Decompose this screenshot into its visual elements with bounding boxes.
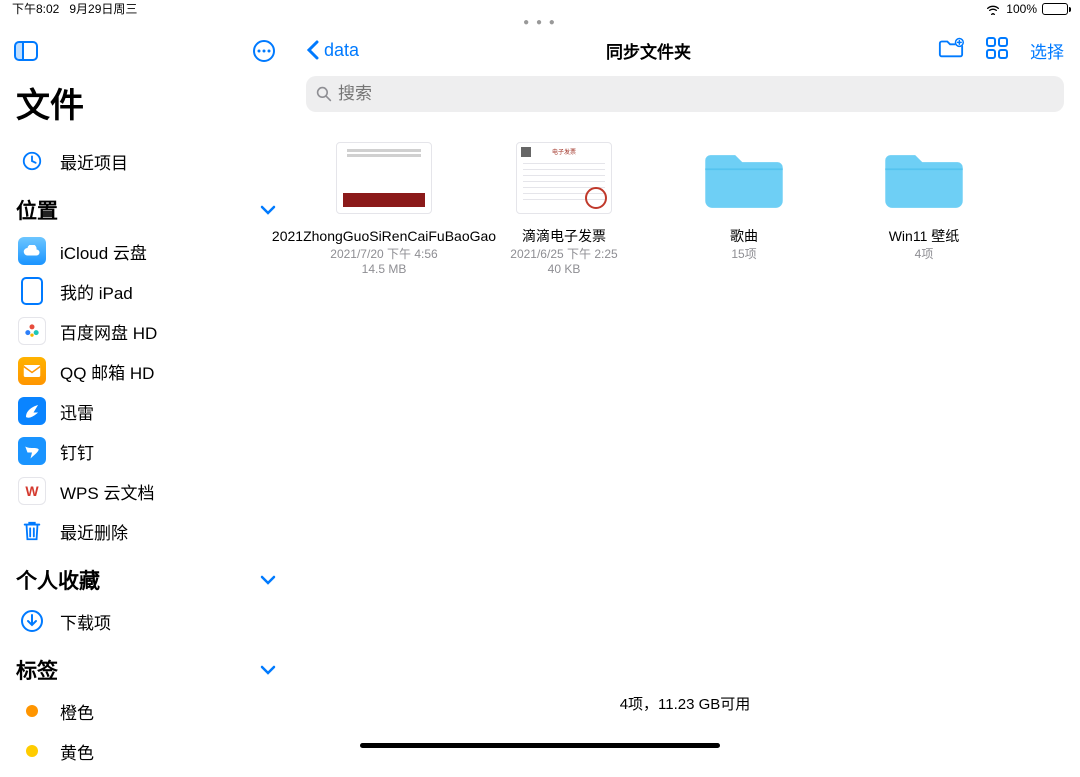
section-favorites[interactable]: 个人收藏 xyxy=(16,565,276,595)
sidebar-item-label: iCloud 云盘 xyxy=(60,239,147,264)
sidebar-item-label: 迅雷 xyxy=(60,399,94,424)
status-time: 下午8:02 xyxy=(12,0,59,17)
search-icon xyxy=(316,86,332,102)
sidebar-item-label: QQ 邮箱 HD xyxy=(60,359,154,384)
battery-icon xyxy=(1042,3,1068,15)
sidebar-tag-orange[interactable]: 橙色 xyxy=(14,691,276,731)
more-options-icon[interactable] xyxy=(252,39,276,63)
clock-icon xyxy=(21,150,43,172)
battery-percent: 100% xyxy=(1006,2,1037,16)
home-indicator[interactable] xyxy=(360,743,720,748)
sidebar-item-xunlei[interactable]: 迅雷 xyxy=(14,391,276,431)
sidebar-item-ipad[interactable]: 我的 iPad xyxy=(14,271,276,311)
sidebar-item-label: 我的 iPad xyxy=(60,279,133,304)
back-label: data xyxy=(324,40,359,61)
section-locations[interactable]: 位置 xyxy=(16,195,276,225)
sidebar-item-label: 橙色 xyxy=(60,699,94,724)
multitask-dots-icon[interactable]: ● ● ● xyxy=(0,17,1080,28)
sidebar-tag-yellow[interactable]: 黄色 xyxy=(14,731,276,771)
baidu-icon xyxy=(18,317,46,345)
folder-meta: 15项 xyxy=(731,247,756,263)
download-icon xyxy=(20,609,44,633)
folder-name: 歌曲 xyxy=(730,228,758,245)
folder-item[interactable]: 歌曲 15项 xyxy=(674,142,814,262)
folder-icon xyxy=(876,142,972,214)
back-button[interactable]: data xyxy=(306,40,359,61)
sidebar-item-label: 百度网盘 HD xyxy=(60,319,157,344)
file-thumbnail: 电子发票 xyxy=(516,142,612,214)
folder-meta: 4项 xyxy=(915,247,934,263)
chevron-down-icon xyxy=(260,198,276,222)
file-meta: 14.5 MB xyxy=(362,262,407,278)
chevron-down-icon xyxy=(260,568,276,592)
cloud-icon xyxy=(18,237,46,265)
sidebar-item-label: 最近项目 xyxy=(60,149,128,174)
wps-icon: W xyxy=(18,477,46,505)
new-folder-icon[interactable] xyxy=(938,37,964,64)
file-meta: 2021/7/20 下午 4:56 xyxy=(330,247,437,263)
sidebar-item-downloads[interactable]: 下载项 xyxy=(14,601,276,641)
ipad-icon xyxy=(21,277,43,305)
main-panel: data 同步文件夹 选择 2021ZhongGuoSiRenCaiFuBaoG… xyxy=(290,28,1080,777)
search-input[interactable] xyxy=(338,84,1054,104)
file-item[interactable]: 2021ZhongGuoSiRenCaiFuBaoGao 2021/7/20 下… xyxy=(314,142,454,278)
sidebar-item-icloud[interactable]: iCloud 云盘 xyxy=(14,231,276,271)
xunlei-icon xyxy=(18,397,46,425)
tag-dot-icon xyxy=(26,705,38,717)
view-grid-icon[interactable] xyxy=(986,37,1008,64)
wifi-icon xyxy=(985,3,1001,15)
file-item[interactable]: 电子发票 滴滴电子发票 2021/6/25 下午 2:25 40 KB xyxy=(494,142,634,278)
file-name: 2021ZhongGuoSiRenCaiFuBaoGao xyxy=(272,228,496,245)
file-thumbnail xyxy=(336,142,432,214)
folder-name: Win11 壁纸 xyxy=(889,228,960,245)
sidebar-item-label: 下载项 xyxy=(60,609,111,634)
chevron-down-icon xyxy=(260,658,276,682)
sidebar-title: 文件 xyxy=(16,78,276,127)
select-button[interactable]: 选择 xyxy=(1030,38,1064,63)
status-date: 9月29日周三 xyxy=(69,0,137,17)
status-summary: 4项，11.23 GB可用 xyxy=(290,693,1080,714)
sidebar-item-dingding[interactable]: 钉钉 xyxy=(14,431,276,471)
search-bar[interactable] xyxy=(306,76,1064,112)
section-tags[interactable]: 标签 xyxy=(16,655,276,685)
sidebar: 文件 最近项目 位置 iCloud 云盘 我的 iPad 百度网盘 HD QQ … xyxy=(0,28,290,777)
dingding-icon xyxy=(18,437,46,465)
file-name: 滴滴电子发票 xyxy=(522,228,606,245)
trash-icon xyxy=(21,519,43,543)
file-grid: 2021ZhongGuoSiRenCaiFuBaoGao 2021/7/20 下… xyxy=(290,122,1080,298)
sidebar-item-label: 最近删除 xyxy=(60,519,128,544)
sidebar-item-recent[interactable]: 最近项目 xyxy=(14,141,276,181)
sidebar-item-qqmail[interactable]: QQ 邮箱 HD xyxy=(14,351,276,391)
file-meta: 2021/6/25 下午 2:25 xyxy=(510,247,617,263)
tag-dot-icon xyxy=(26,745,38,757)
sidebar-item-label: 黄色 xyxy=(60,739,94,764)
chevron-left-icon xyxy=(306,40,320,60)
sidebar-toggle-icon[interactable] xyxy=(14,41,38,61)
sidebar-item-wps[interactable]: W WPS 云文档 xyxy=(14,471,276,511)
folder-icon xyxy=(696,142,792,214)
sidebar-item-trash[interactable]: 最近删除 xyxy=(14,511,276,551)
folder-item[interactable]: Win11 壁纸 4项 xyxy=(854,142,994,262)
mail-icon xyxy=(18,357,46,385)
file-meta: 40 KB xyxy=(548,262,581,278)
sidebar-item-label: WPS 云文档 xyxy=(60,479,154,504)
sidebar-item-label: 钉钉 xyxy=(60,439,94,464)
sidebar-item-baidu[interactable]: 百度网盘 HD xyxy=(14,311,276,351)
status-bar: 下午8:02 9月29日周三 100% xyxy=(0,0,1080,17)
toolbar: data 同步文件夹 选择 xyxy=(290,28,1080,72)
page-title: 同步文件夹 xyxy=(606,38,691,63)
